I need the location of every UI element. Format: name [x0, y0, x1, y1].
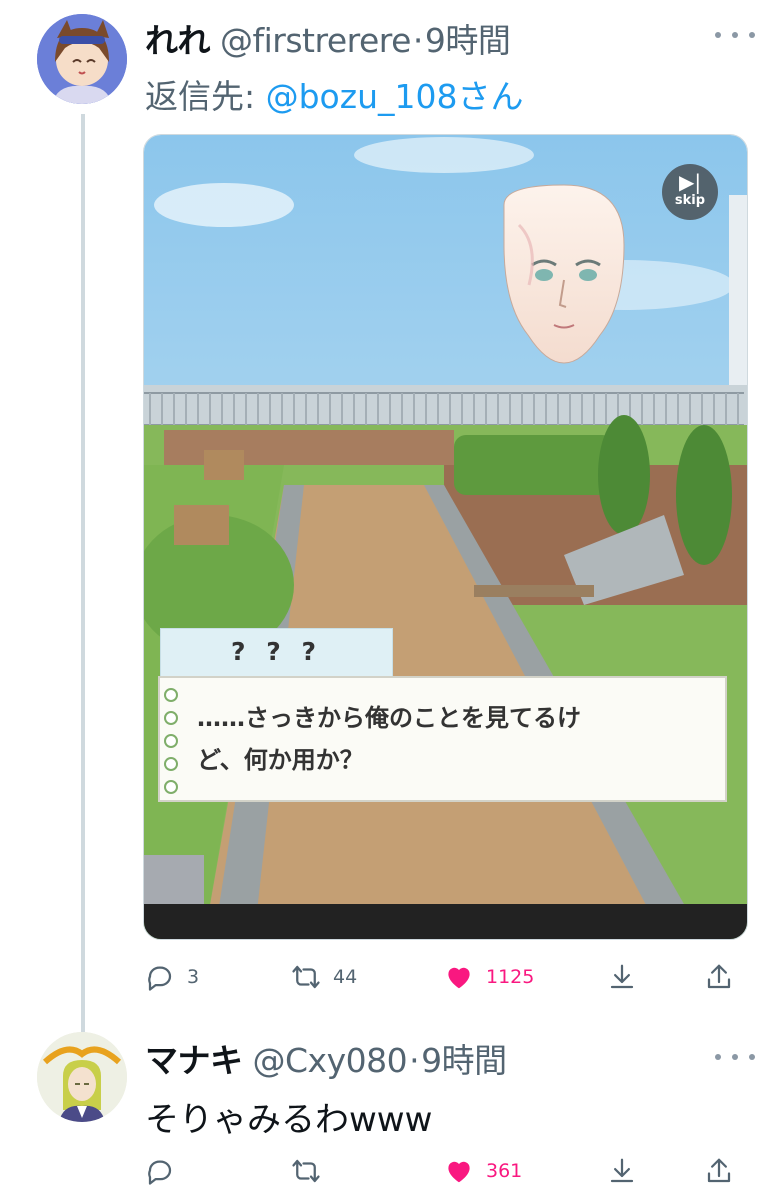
- speaker-name-tab: ? ? ?: [160, 628, 393, 678]
- dialog-line-1: ……さっきから俺のことを見てるけ: [197, 704, 581, 732]
- user-handle[interactable]: @Cxy080: [253, 1041, 408, 1080]
- more-icon[interactable]: [715, 1050, 755, 1064]
- notebook-rings: [164, 688, 184, 794]
- separator: ·: [412, 21, 424, 60]
- tweet-text: そりゃみるわwww: [145, 1100, 433, 1140]
- like-icon: [448, 1161, 470, 1183]
- reply-icon: [148, 966, 172, 991]
- tweet-header: マナキ @Cxy080·9時間: [145, 1034, 507, 1082]
- dialog-line-2: ど、何か用か？: [197, 746, 364, 774]
- share-button[interactable]: [704, 1151, 734, 1191]
- reply-mention-link[interactable]: @bozu_108さん: [266, 77, 524, 116]
- retweet-icon: [292, 1159, 320, 1183]
- dialog-box: ……さっきから俺のことを見てるけ ど、何か用か？: [158, 676, 727, 802]
- avatar[interactable]: [37, 1032, 127, 1122]
- retweet-icon: [292, 965, 320, 989]
- tweet-media-image[interactable]: ▶| skip ? ? ? ……さっきから俺のことを見てるけ ど、何か用か？: [143, 134, 748, 940]
- bookmark-button[interactable]: [607, 957, 637, 997]
- separator: ·: [409, 1041, 420, 1080]
- share-button[interactable]: [704, 957, 734, 997]
- timestamp[interactable]: 9時間: [425, 21, 511, 60]
- skip-button[interactable]: ▶| skip: [662, 164, 718, 220]
- avatar[interactable]: [37, 14, 127, 104]
- thread-line: [81, 114, 85, 1032]
- tweet-header: れれ @firstrerere·9時間: [145, 14, 511, 62]
- reply-prefix: 返信先:: [145, 77, 266, 116]
- retweet-count: 44: [333, 966, 358, 988]
- skip-icon: ▶|: [678, 170, 702, 194]
- display-name[interactable]: れれ: [145, 21, 211, 60]
- media-bottom-bar: [144, 904, 747, 939]
- display-name[interactable]: マナキ: [145, 1041, 243, 1080]
- retweet-button[interactable]: [291, 1151, 321, 1191]
- more-icon[interactable]: [715, 28, 755, 42]
- like-count: 361: [486, 1160, 523, 1182]
- bookmark-button[interactable]: [607, 1151, 637, 1191]
- reply-to: 返信先: @bozu_108さん: [145, 70, 523, 118]
- like-icon: [448, 967, 470, 989]
- bookmark-icon: [610, 1158, 634, 1183]
- like-button[interactable]: 1125: [444, 957, 534, 997]
- like-button[interactable]: 361: [444, 1151, 522, 1191]
- share-icon: [707, 964, 731, 989]
- reply-icon: [148, 1160, 172, 1185]
- bookmark-icon: [610, 964, 634, 989]
- like-count: 1125: [486, 966, 535, 988]
- skip-label: skip: [674, 193, 706, 208]
- retweet-button[interactable]: 44: [291, 957, 357, 997]
- speaker-name: ? ? ?: [231, 637, 322, 666]
- reply-count: 3: [187, 966, 200, 988]
- user-handle[interactable]: @firstrerere: [220, 21, 411, 60]
- reply-button[interactable]: 3: [145, 957, 199, 997]
- reply-button[interactable]: [145, 1151, 175, 1191]
- timestamp[interactable]: 9時間: [421, 1041, 507, 1080]
- share-icon: [707, 1158, 731, 1183]
